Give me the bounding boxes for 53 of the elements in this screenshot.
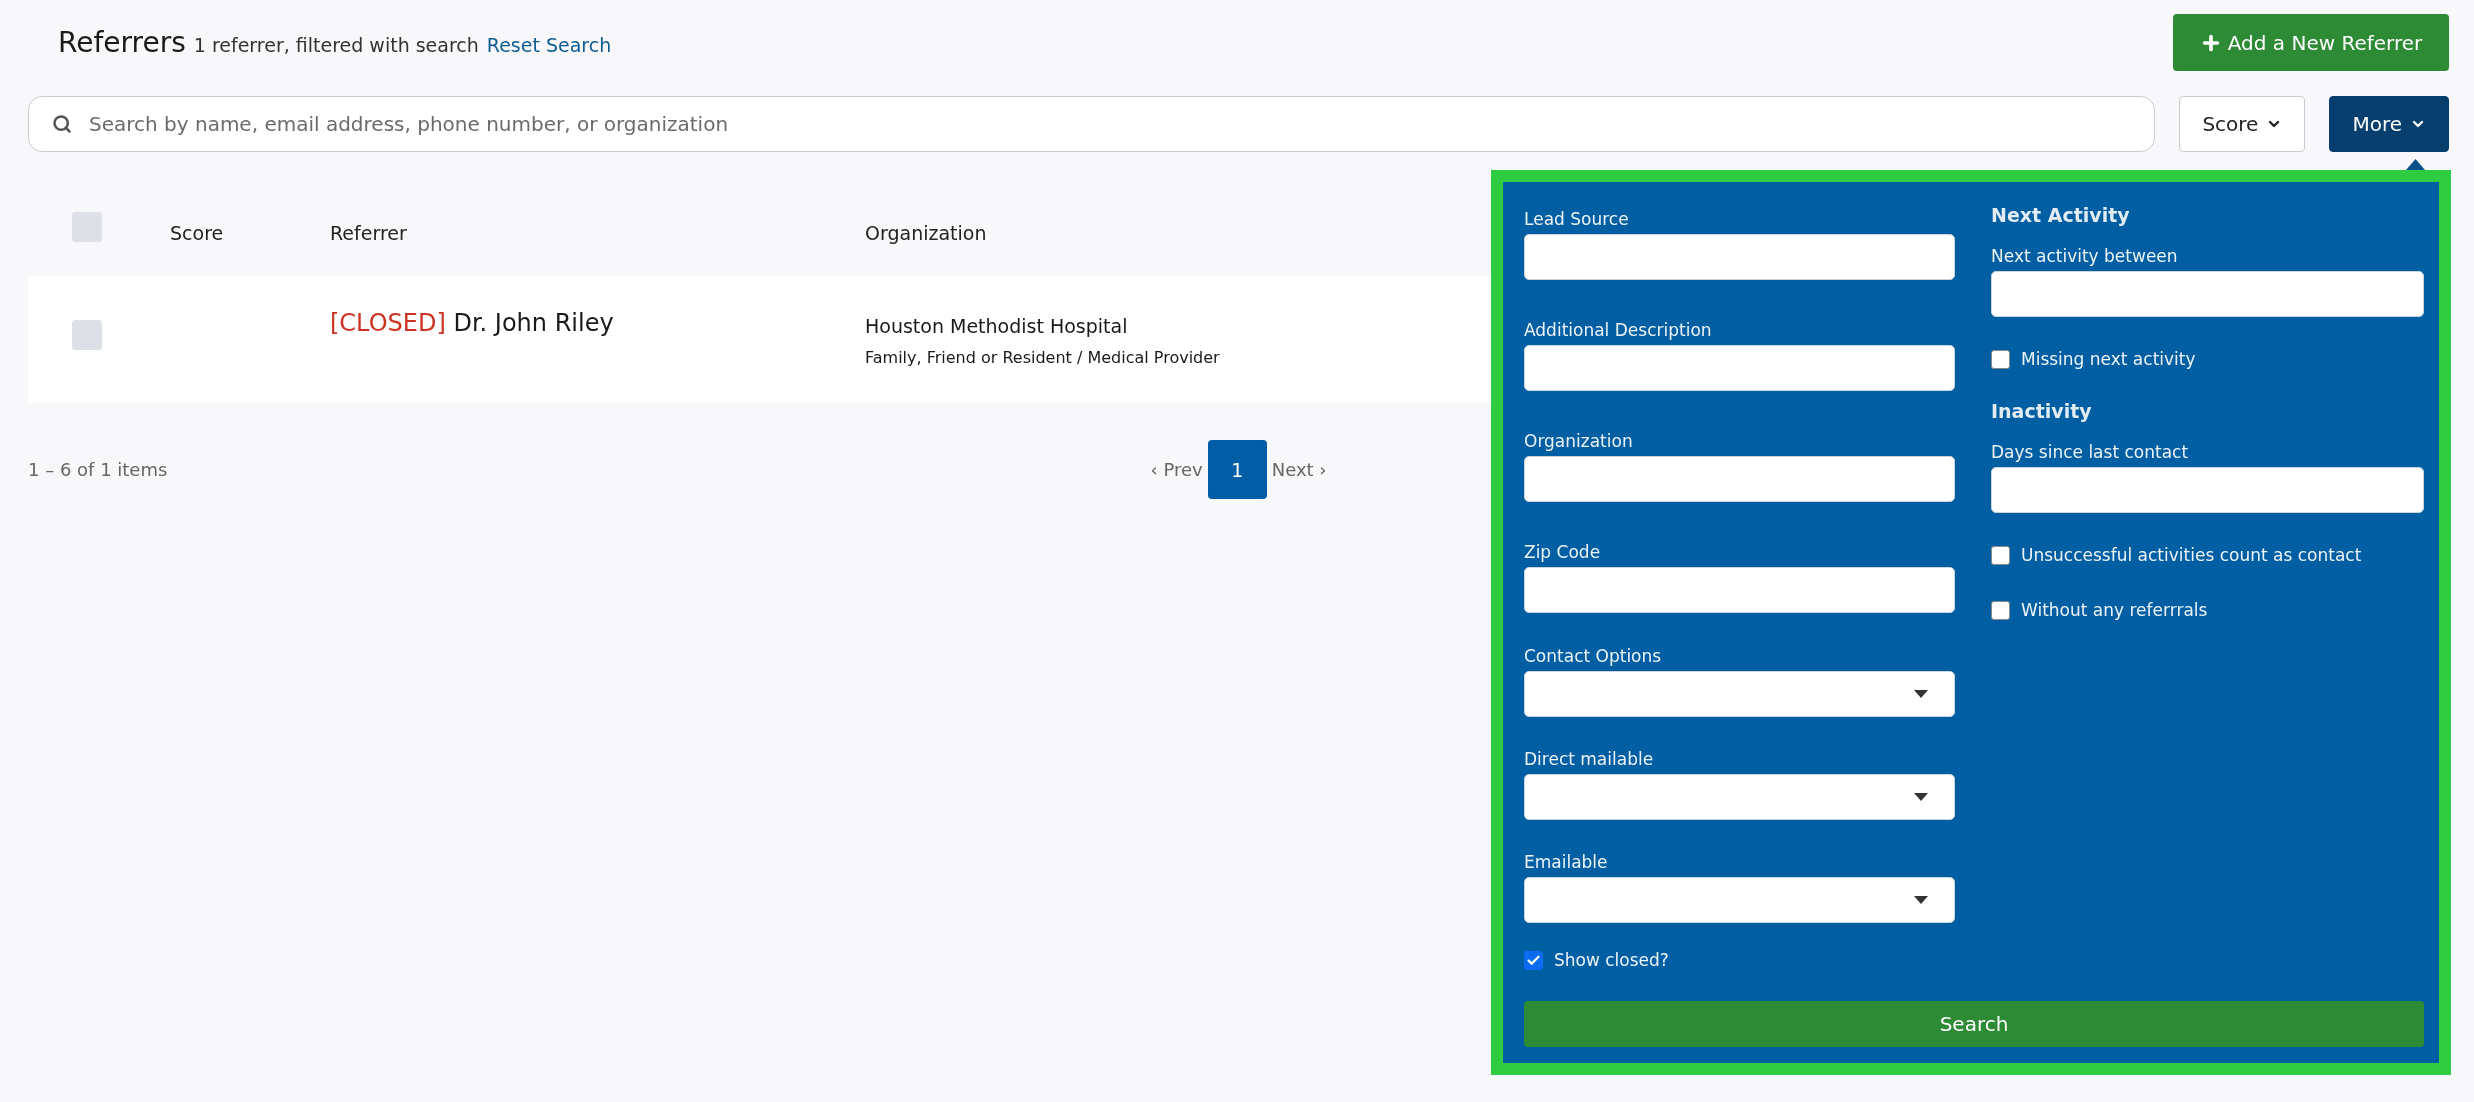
text-field[interactable] [1524,567,1955,613]
field-label: Organization [1524,430,1633,452]
results-summary: 1 referrer, filtered with search [193,34,479,56]
column-header: Score [170,222,224,244]
field-label: Emailable [1524,851,1608,873]
caret-down-icon [1914,793,1928,801]
field-label: Next activity between [1991,245,2178,267]
checkbox[interactable] [1524,950,1543,970]
dropdown-field[interactable] [1524,774,1955,820]
select-all-checkbox[interactable] [72,212,102,242]
search-icon [52,114,72,134]
text-field[interactable] [1991,467,2424,513]
referrer-name: [CLOSED] Dr. John Riley [330,308,614,339]
field-label: Additional Description [1524,319,1712,341]
organization-type: Family, Friend or Resident / Medical Provider [865,347,1220,369]
row-checkbox[interactable] [72,320,102,350]
checkbox[interactable] [1991,600,2010,620]
add-referrer-button[interactable]: Add a New Referrer [2173,14,2449,71]
prev-page-link[interactable]: ‹ Prev [1150,459,1203,480]
search-button[interactable]: Search [1524,1001,2424,1047]
organization-name: Houston Methodist Hospital [865,314,1128,339]
field-label: Zip Code [1524,541,1601,563]
text-field[interactable] [1524,345,1955,391]
page-number-button[interactable]: 1 [1207,440,1267,499]
items-count: 1 – 6 of 1 items [28,459,168,480]
filter-dropdown-button[interactable]: More [2329,96,2449,152]
caret-down-icon [1914,690,1928,698]
reset-search-link[interactable]: Reset Search [486,34,612,56]
text-field[interactable] [1524,234,1955,280]
checkbox[interactable] [1991,349,2010,369]
checkbox-label: Unsuccessful activities count as contact [2021,545,2362,565]
dropdown-pointer-icon [2406,159,2425,170]
field-label: Direct mailable [1524,748,1654,770]
field-label: Lead Source [1524,208,1629,230]
caret-down-icon [1914,896,1928,904]
section-heading: Inactivity [1991,399,2092,424]
checkbox-label: Show closed? [1554,950,1669,970]
text-field[interactable] [1991,271,2424,317]
checkbox[interactable] [1991,545,2010,565]
checkbox-label: Without any referrrals [2021,600,2208,620]
search-field[interactable]: Search by name, email address, phone number, or organization [28,96,2156,152]
section-heading: Next Activity [1991,203,2130,228]
next-page-link[interactable]: Next › [1271,459,1327,480]
dropdown-field[interactable] [1524,671,1955,717]
column-header: Organization [865,222,987,244]
page-title: Referrers [58,26,186,59]
filter-dropdown-button[interactable]: Score [2179,96,2306,152]
checkbox-label: Missing next activity [2021,349,2196,369]
field-label: Days since last contact [1991,441,2189,463]
text-field[interactable] [1524,456,1955,502]
dropdown-field[interactable] [1524,877,1955,923]
field-label: Contact Options [1524,645,1662,667]
column-header: Referrer [330,222,407,244]
